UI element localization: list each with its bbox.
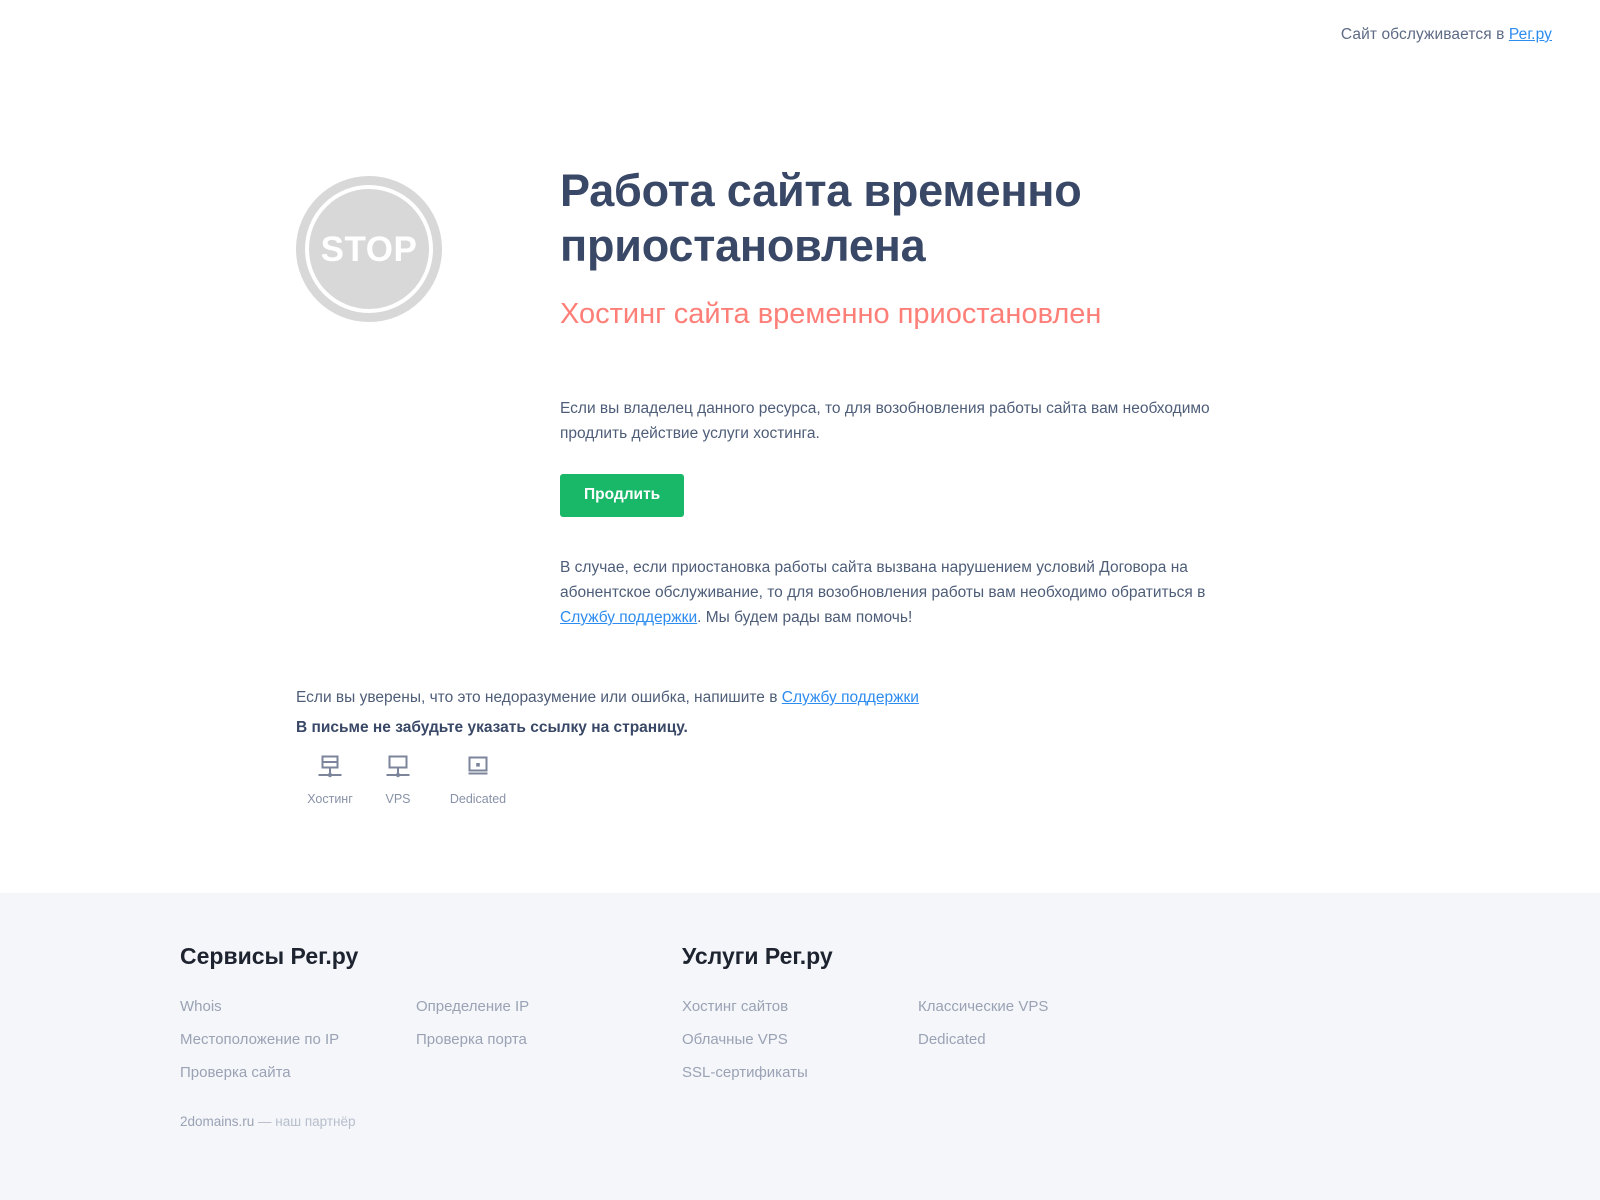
footer-list-services-col1: Whois Местоположение по IP Проверка сайт…: [180, 998, 416, 1082]
served-by-prefix: Сайт обслуживается в: [1340, 26, 1509, 43]
server-rack-icon: [317, 752, 343, 784]
contract-text-after: . Мы будем рады вам помочь!: [697, 608, 913, 626]
footer-link-site-check[interactable]: Проверка сайта: [180, 1064, 416, 1082]
stop-sign-label: STOP: [320, 229, 418, 269]
mistake-notice-line2: В письме не забудьте указать ссылку на с…: [296, 719, 688, 737]
served-by-notice: Сайт обслуживается в Рег.ру: [1341, 26, 1552, 44]
footer: Сервисы Рег.ру Whois Местоположение по I…: [0, 893, 1600, 1200]
page-subtitle: Хостинг сайта временно приостановлен: [560, 297, 1102, 330]
stop-sign-container: STOP: [296, 160, 560, 322]
service-label-dedicated: Dedicated: [449, 792, 507, 806]
mistake-notice-line1: Если вы уверены, что это недоразумение и…: [296, 686, 1296, 710]
partner-suffix: — наш партнёр: [254, 1114, 356, 1129]
hero-content: Работа сайта временно приостановлена Хос…: [560, 160, 1536, 630]
owner-instructions-paragraph: Если вы владелец данного ресурса, то для…: [560, 400, 1210, 443]
dedicated-server-icon: [465, 752, 491, 784]
monitor-network-icon: [385, 752, 411, 784]
hero-section: STOP Работа сайта временно приостановлен…: [296, 160, 1536, 630]
regru-link[interactable]: Рег.ру: [1509, 26, 1552, 43]
footer-link-whois[interactable]: Whois: [180, 998, 416, 1016]
page-title: Работа сайта временно приостановлена: [560, 165, 1082, 271]
footer-link-cloud-vps[interactable]: Облачные VPS: [682, 1031, 918, 1049]
partner-note: 2domains.ru — наш партнёр: [180, 1114, 356, 1129]
contract-text-before: В случае, если приостановка работы сайта…: [560, 558, 1206, 601]
topbar: Сайт обслуживается в Рег.ру: [0, 0, 1600, 70]
footer-link-port-check[interactable]: Проверка порта: [416, 1031, 652, 1049]
contract-violation-paragraph: В случае, если приостановка работы сайта…: [560, 555, 1260, 630]
support-link-hero[interactable]: Службу поддержки: [560, 609, 697, 626]
mistake-text-before: Если вы уверены, что это недоразумение и…: [296, 689, 782, 706]
footer-link-dedicated[interactable]: Dedicated: [918, 1031, 1154, 1049]
footer-title-products: Услуги Рег.ру: [682, 943, 833, 969]
service-label-hosting: Хостинг: [307, 792, 353, 806]
footer-list-products-col1: Хостинг сайтов Облачные VPS SSL-сертифик…: [682, 998, 918, 1082]
footer-list-services-col2: Определение IP Проверка порта: [416, 998, 652, 1082]
mistake-notice: Если вы уверены, что это недоразумение и…: [296, 686, 1296, 740]
renew-button[interactable]: Продлить: [560, 474, 685, 517]
stop-sign-icon: STOP: [296, 176, 442, 322]
service-link-hosting[interactable]: Хостинг: [296, 752, 364, 806]
footer-group-products: Услуги Рег.ру Хостинг сайтов Облачные VP…: [682, 943, 1184, 1082]
error-page: Сайт обслуживается в Рег.ру STOP Работа …: [0, 0, 1600, 1200]
service-link-dedicated[interactable]: Dedicated: [432, 752, 524, 806]
footer-link-ip-detect[interactable]: Определение IP: [416, 998, 652, 1016]
footer-list-products-col2: Классические VPS Dedicated: [918, 998, 1154, 1082]
footer-link-ip-location[interactable]: Местоположение по IP: [180, 1031, 416, 1049]
footer-group-services: Сервисы Рег.ру Whois Местоположение по I…: [180, 943, 682, 1082]
services-links: Хостинг VPS Dedicated: [296, 752, 524, 806]
service-label-vps: VPS: [385, 792, 411, 806]
support-link-notice[interactable]: Службу поддержки: [782, 689, 919, 706]
footer-link-classic-vps[interactable]: Классические VPS: [918, 998, 1154, 1016]
service-link-vps[interactable]: VPS: [364, 752, 432, 806]
footer-link-site-hosting[interactable]: Хостинг сайтов: [682, 998, 918, 1016]
footer-link-ssl[interactable]: SSL-сертификаты: [682, 1064, 918, 1082]
partner-name[interactable]: 2domains.ru: [180, 1114, 254, 1129]
footer-title-services: Сервисы Рег.ру: [180, 943, 359, 969]
